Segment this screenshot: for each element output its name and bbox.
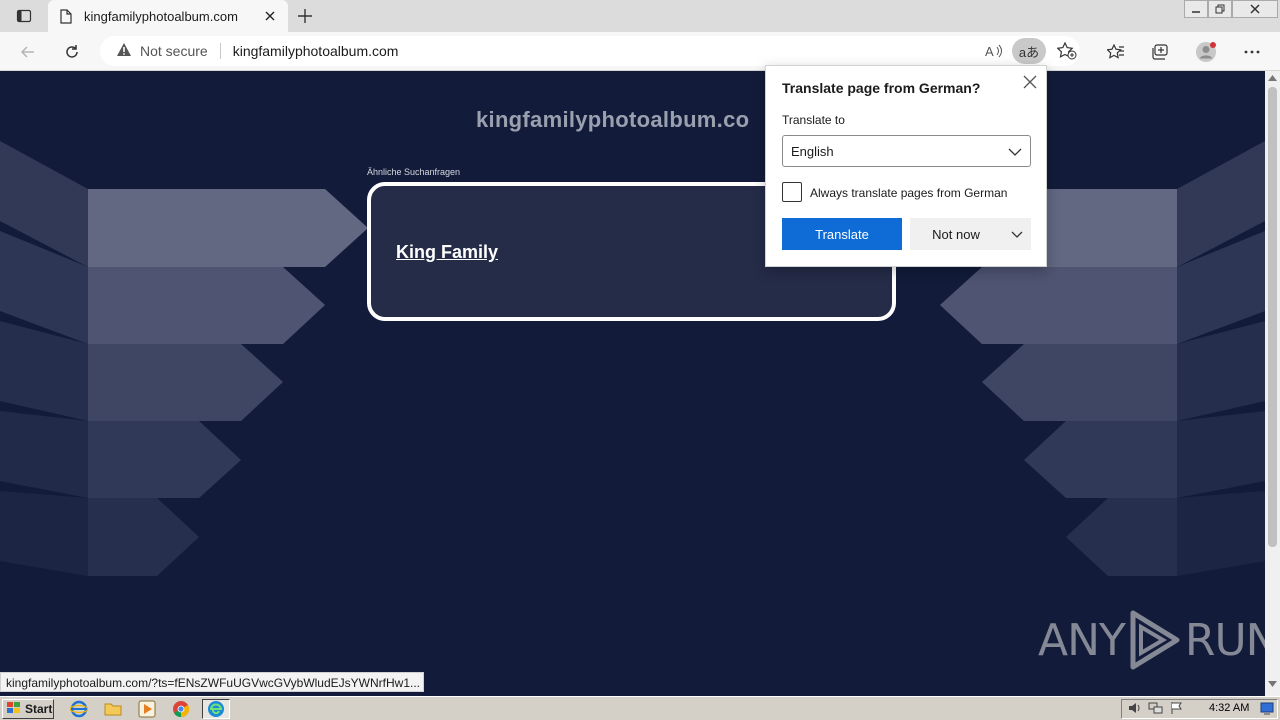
tab-actions-icon[interactable]	[14, 6, 34, 26]
flag-icon[interactable]	[1170, 701, 1184, 718]
scroll-down-icon[interactable]	[1268, 681, 1277, 687]
warning-icon	[116, 42, 132, 60]
watermark-left-text: ANY	[1038, 614, 1126, 666]
restore-window-icon[interactable]	[1208, 0, 1232, 18]
security-label: Not secure	[140, 43, 208, 59]
media-player-icon[interactable]	[136, 699, 158, 719]
favorites-icon[interactable]	[1102, 38, 1130, 66]
settings-more-icon[interactable]	[1238, 38, 1266, 66]
back-icon[interactable]	[14, 38, 42, 66]
add-favorite-icon[interactable]	[1053, 37, 1081, 65]
not-now-group: Not now	[910, 218, 1031, 250]
scroll-thumb[interactable]	[1268, 87, 1277, 547]
page-icon	[58, 8, 74, 24]
status-url-hint: kingfamilyphotoalbum.com/?ts=fENsZWFuUGV…	[0, 672, 424, 692]
windows-logo-icon	[6, 701, 22, 718]
tab-active[interactable]: kingfamilyphotoalbum.com	[48, 0, 288, 32]
url-text[interactable]: kingfamilyphotoalbum.com	[233, 43, 399, 59]
watermark-right-text: RUN	[1184, 614, 1265, 666]
page-content: kingfamilyphotoalbum.co Ähnliche Suchanf…	[0, 71, 1265, 696]
background-chevrons	[0, 141, 1265, 576]
new-tab-icon[interactable]	[294, 5, 316, 27]
show-desktop-icon[interactable]	[1260, 701, 1274, 718]
chevron-down-icon	[1008, 144, 1022, 159]
not-now-button[interactable]: Not now	[910, 218, 1002, 250]
always-translate-label: Always translate pages from German	[810, 186, 1008, 200]
translate-icon[interactable]: aあ	[1012, 38, 1046, 64]
edge-taskbar-button[interactable]	[202, 699, 230, 719]
translate-button[interactable]: Translate	[782, 218, 902, 250]
minimize-window-icon[interactable]	[1184, 0, 1208, 18]
close-window-icon[interactable]	[1232, 0, 1278, 18]
taskbar-clock[interactable]: 4:32 AM	[1209, 702, 1249, 714]
language-select[interactable]: English	[782, 135, 1031, 167]
always-translate-checkbox[interactable]	[782, 182, 802, 202]
collections-icon[interactable]	[1146, 38, 1174, 66]
system-tray	[1121, 699, 1278, 719]
not-now-menu-chevron-icon[interactable]	[1002, 218, 1031, 250]
internet-explorer-icon[interactable]	[68, 699, 90, 719]
close-tab-icon[interactable]	[262, 8, 278, 24]
translate-popup: Translate page from German? Translate to…	[765, 65, 1047, 267]
close-popup-icon[interactable]	[1020, 72, 1040, 92]
selected-language: English	[791, 143, 834, 159]
network-icon[interactable]	[1148, 701, 1164, 718]
site-title: kingfamilyphotoalbum.co	[476, 107, 750, 132]
site-info-button[interactable]: Not secure	[116, 43, 221, 59]
read-aloud-icon[interactable]: A	[980, 37, 1008, 65]
browser-toolbar: Not secure kingfamilyphotoalbum.com A aあ	[0, 32, 1280, 71]
file-explorer-icon[interactable]	[102, 699, 124, 719]
start-label: Start	[25, 702, 53, 716]
play-logo-icon	[1127, 609, 1183, 671]
related-search-link[interactable]: King Family	[396, 242, 498, 263]
tab-strip: kingfamilyphotoalbum.com	[0, 0, 1280, 32]
anyrun-watermark: ANY RUN	[1038, 609, 1265, 671]
volume-icon[interactable]	[1128, 701, 1142, 718]
start-button[interactable]: Start	[2, 699, 54, 719]
edge-icon	[208, 701, 224, 717]
refresh-icon[interactable]	[58, 38, 86, 66]
translate-to-label: Translate to	[782, 113, 845, 127]
svg-text:A: A	[985, 44, 994, 59]
chrome-icon[interactable]	[170, 699, 192, 719]
vertical-scrollbar[interactable]	[1265, 71, 1280, 696]
address-bar[interactable]: Not secure kingfamilyphotoalbum.com A aあ	[100, 36, 1080, 66]
scroll-up-icon[interactable]	[1268, 75, 1277, 81]
tab-title: kingfamilyphotoalbum.com	[84, 8, 238, 24]
taskbar: Start 4:32 AM	[0, 696, 1280, 720]
profile-avatar[interactable]	[1192, 38, 1220, 66]
related-searches-label: Ähnliche Suchanfragen	[367, 167, 461, 177]
popup-title: Translate page from German?	[782, 80, 981, 96]
